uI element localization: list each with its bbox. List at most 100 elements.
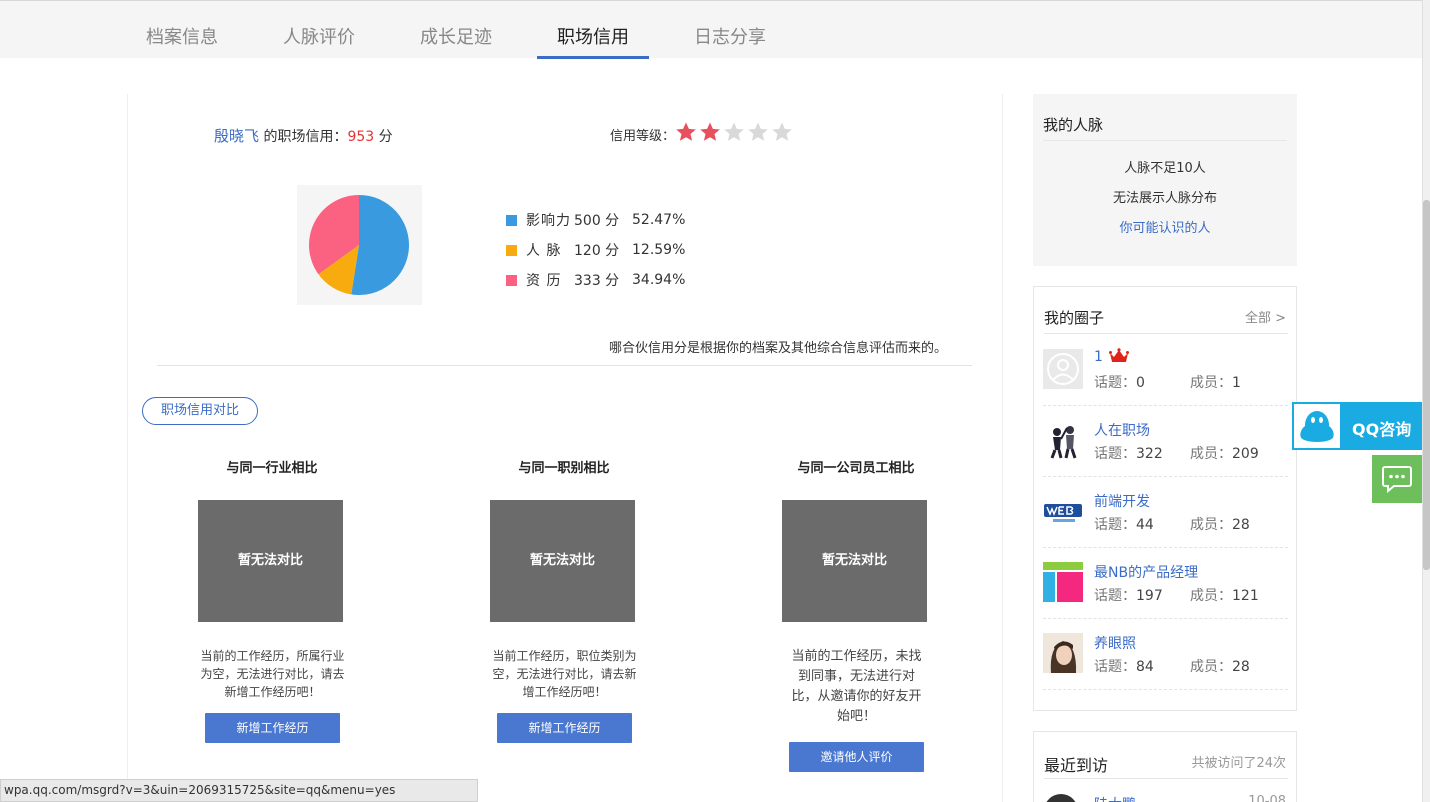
add-work-experience-button-2[interactable]: 新增工作经历	[497, 713, 632, 743]
star-filled-icon	[676, 122, 696, 141]
qq-consult-button[interactable]: QQ咨询	[1292, 402, 1422, 450]
desc-line: 为空，无法进行对比，请去	[200, 667, 345, 681]
visitor-name[interactable]: 陆大鹏	[1094, 794, 1136, 802]
circle-item[interactable]: 前端开发 话题：44 成员：28	[1043, 477, 1288, 548]
legend-percent: 12.59%	[632, 242, 686, 258]
star-empty-icon	[772, 122, 792, 141]
section-divider	[157, 365, 972, 366]
circle-item[interactable]: 养眼照 话题：84 成员：28	[1043, 619, 1288, 690]
chat-button[interactable]	[1372, 455, 1422, 503]
grade-label: 信用等级：	[610, 128, 676, 144]
desc-line: 始吧！	[836, 709, 876, 724]
members-count: 1	[1232, 375, 1241, 391]
credit-grade: 信用等级：	[610, 121, 795, 147]
user-name-link[interactable]: 殷晓飞	[214, 127, 259, 145]
compare-company-placeholder: 暂无法对比	[782, 500, 927, 622]
desc-line: 当前工作经历，职位类别为	[492, 649, 637, 663]
topics-label: 话题：	[1094, 517, 1136, 533]
people-you-may-know-link[interactable]: 你可能认识的人	[1033, 217, 1297, 236]
contacts-line-2: 无法展示人脉分布	[1112, 191, 1217, 206]
contacts-line-1: 人脉不足10人	[1124, 161, 1206, 176]
recent-visits-title: 最近到访	[1044, 756, 1109, 775]
tab-profile[interactable]: 档案信息	[146, 23, 218, 49]
tab-blog-share[interactable]: 日志分享	[694, 23, 766, 49]
credit-summary: 殷晓飞 的职场信用：953 分	[214, 125, 393, 146]
circle-name[interactable]: 养眼照	[1094, 633, 1136, 653]
my-circles-title: 我的圈子	[1044, 309, 1105, 327]
circle-members: 成员：28	[1190, 656, 1250, 676]
compare-position-placeholder: 暂无法对比	[490, 500, 635, 622]
members-label: 成员：	[1190, 659, 1232, 675]
legend-name: 人 脉	[526, 243, 562, 259]
topics-count: 44	[1136, 517, 1154, 533]
circle-name[interactable]: 最NB的产品经理	[1094, 562, 1198, 582]
members-label: 成员：	[1190, 517, 1232, 533]
box-divider	[1044, 333, 1288, 334]
circle-item[interactable]: 人在职场 话题：322 成员：209	[1043, 406, 1288, 477]
circle-topics: 话题：44	[1094, 514, 1154, 534]
circle-members: 成员：209	[1190, 443, 1259, 463]
members-count: 209	[1232, 446, 1259, 462]
legend-swatch-influence	[506, 214, 517, 226]
credit-score: 953	[347, 129, 375, 145]
my-contacts-box: 我的人脉 人脉不足10人 无法展示人脉分布 你可能认识的人	[1033, 94, 1297, 266]
add-work-experience-button[interactable]: 新增工作经历	[205, 713, 340, 743]
invite-review-button[interactable]: 邀请他人评价	[789, 742, 924, 772]
compare-position-desc: 当前工作经历，职位类别为 空，无法进行对比，请去新 增工作经历吧！	[482, 647, 647, 701]
members-label: 成员：	[1190, 446, 1232, 462]
members-label: 成员：	[1190, 375, 1232, 391]
tab-contact-reviews[interactable]: 人脉评价	[283, 23, 355, 49]
legend-swatch-connections	[506, 244, 517, 256]
members-count: 28	[1232, 517, 1250, 533]
compare-industry-desc: 当前的工作经历，所属行业 为空，无法进行对比，请去 新增工作经历吧！	[190, 647, 355, 701]
topics-label: 话题：	[1094, 659, 1136, 675]
desc-line: 空，无法进行对比，请去新	[492, 667, 637, 681]
desc-line: 到同事，无法进行对	[797, 669, 915, 684]
workplace-avatar-icon	[1043, 420, 1083, 460]
circle-members: 成员：1	[1190, 372, 1241, 392]
topics-label: 话题：	[1094, 588, 1136, 604]
members-count: 121	[1232, 588, 1259, 604]
circle-members: 成员：28	[1190, 514, 1250, 534]
pie-svg	[309, 195, 409, 295]
legend-swatch-seniority	[506, 274, 517, 286]
desc-line: 当前的工作经历，所属行业	[200, 649, 345, 663]
box-divider	[1044, 778, 1288, 779]
circle-members: 成员：121	[1190, 585, 1259, 605]
default-avatar-icon	[1043, 349, 1083, 389]
circle-name[interactable]: 前端开发	[1094, 491, 1150, 511]
portrait-avatar-icon	[1043, 633, 1083, 673]
scrollbar-thumb[interactable]	[1423, 200, 1430, 570]
circle-item[interactable]: 最NB的产品经理 话题：197 成员：121	[1043, 548, 1288, 619]
legend-name: 资 历	[526, 273, 562, 289]
top-tab-bar: 档案信息 人脉评价 成长足迹 职场信用 日志分享	[0, 0, 1422, 59]
tab-growth[interactable]: 成长足迹	[420, 23, 492, 49]
tab-workplace-credit[interactable]: 职场信用	[557, 23, 629, 49]
desc-line: 增工作经历吧！	[522, 685, 607, 699]
credit-note: 哪合伙信用分是根据你的档案及其他综合信息评估而来的。	[609, 341, 948, 356]
my-circles-box: 我的圈子 全部 > 1 话题：0 成员：1 人在职场 话题：322 成员：209	[1033, 286, 1297, 711]
legend-name: 影响力	[526, 213, 571, 229]
circle-name[interactable]: 1	[1094, 349, 1103, 365]
circle-name[interactable]: 人在职场	[1094, 420, 1150, 440]
compare-position-title: 与同一职别相比	[518, 461, 610, 476]
star-empty-icon	[748, 122, 768, 141]
legend-row-connections: 人 脉 120 分 12.59%	[506, 235, 685, 265]
topics-count: 84	[1136, 659, 1154, 675]
credit-compare-tab[interactable]: 职场信用对比	[142, 397, 258, 425]
visitor-avatar[interactable]	[1044, 794, 1078, 802]
blocks-avatar-icon	[1043, 562, 1083, 602]
legend-points: 500 分	[574, 213, 620, 229]
desc-line: 比，从邀请你的好友开	[791, 689, 922, 704]
topics-label: 话题：	[1094, 375, 1136, 391]
compare-industry-title: 与同一行业相比	[226, 461, 318, 476]
all-circles-link[interactable]: 全部 >	[1245, 307, 1286, 326]
star-filled-icon	[700, 122, 720, 141]
members-label: 成员：	[1190, 588, 1232, 604]
desc-line: 新增工作经历吧！	[224, 685, 321, 699]
credit-legend: 影响力 500 分 52.47% 人 脉 120 分 12.59% 资 历 33…	[506, 205, 685, 295]
circle-item[interactable]: 1 话题：0 成员：1	[1043, 335, 1288, 406]
topics-count: 0	[1136, 375, 1145, 391]
box-divider	[1043, 140, 1287, 141]
legend-row-seniority: 资 历 333 分 34.94%	[506, 265, 685, 295]
